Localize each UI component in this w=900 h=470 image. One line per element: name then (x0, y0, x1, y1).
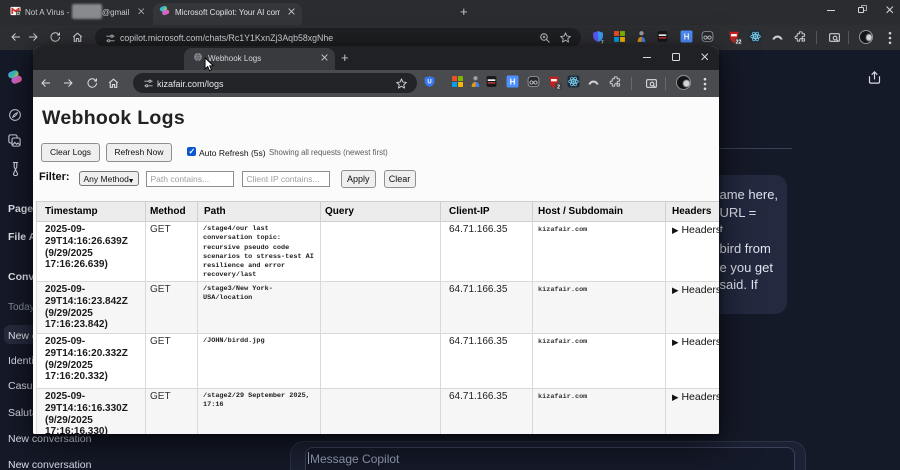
svg-text:2: 2 (557, 84, 560, 90)
svg-text:H: H (510, 77, 516, 86)
svg-text:22: 22 (736, 39, 742, 45)
svg-text:H: H (684, 32, 690, 41)
svg-text:7: 7 (601, 39, 604, 44)
svg-text:U: U (427, 80, 431, 86)
